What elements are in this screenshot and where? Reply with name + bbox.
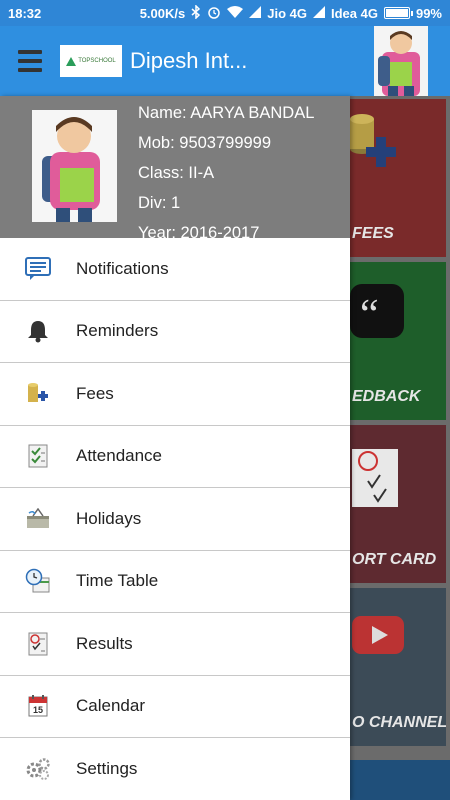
menu-item-label: Time Table [76, 571, 159, 591]
drawer-menu: Notifications Reminders Fees Attendance … [0, 238, 350, 800]
menu-item-label: Fees [76, 383, 114, 403]
feedback-tile[interactable]: “ EDBACK [348, 262, 446, 420]
bottom-tile [348, 760, 450, 800]
student-class: Class: II-A [138, 164, 215, 182]
video-channel-tile-label: O CHANNEL [352, 714, 446, 731]
results-icon [0, 613, 76, 675]
bell-icon [0, 300, 76, 362]
menu-item-holidays[interactable]: Holidays [0, 488, 350, 551]
svg-text:“: “ [360, 292, 379, 338]
feedback-tile-label: EDBACK [352, 388, 421, 405]
video-channel-tile[interactable]: O CHANNEL [348, 588, 446, 746]
student-photo [32, 110, 117, 222]
menu-item-label: Notifications [76, 258, 169, 278]
fees-tile[interactable]: FEES [348, 99, 446, 257]
menu-item-label: Reminders [76, 321, 159, 341]
student-mobile: Mob: 9503799999 [138, 134, 272, 152]
report-card-tile-label: ORT CARD [352, 551, 437, 568]
fees-tile-label: FEES [352, 225, 394, 242]
logo-text: TOPSCHOOL [78, 58, 116, 64]
menu-item-label: Holidays [76, 508, 142, 528]
menu-item-label: Calendar [76, 696, 145, 716]
coins-icon [0, 363, 76, 425]
status-time: 18:32 [8, 5, 42, 21]
student-division: Div: 1 [138, 194, 181, 212]
notifications-icon [0, 238, 76, 300]
navigation-drawer: Name: AARYA BANDAL Mob: 9503799999 Class… [0, 96, 350, 800]
clock-calendar-icon [0, 550, 76, 612]
school-logo: TOPSCHOOL [60, 45, 122, 77]
menu-item-label: Attendance [76, 446, 163, 466]
signal-icon-2 [313, 5, 325, 21]
menu-item-label: Settings [76, 758, 138, 778]
status-bar: 18:32 5.00K/s Jio 4G Idea 4G 99% [0, 0, 450, 26]
avatar[interactable] [374, 26, 428, 96]
menu-item-reminders[interactable]: Reminders [0, 300, 350, 363]
app-bar: TOPSCHOOL Dipesh Int... [0, 26, 450, 96]
carrier-2: Idea 4G [331, 5, 378, 21]
network-speed: 5.00K/s [139, 5, 186, 21]
signal-icon-1 [249, 5, 262, 21]
battery-level: 99% [415, 5, 442, 21]
attendance-icon [0, 425, 76, 487]
wifi-icon [227, 5, 244, 21]
alarm-icon [207, 5, 221, 22]
holidays-icon [0, 488, 76, 550]
student-name: Name: AARYA BANDAL [138, 104, 315, 122]
calendar-icon: 15 [0, 675, 76, 737]
menu-item-time-table[interactable]: Time Table [0, 550, 350, 613]
svg-text:15: 15 [33, 705, 43, 715]
menu-item-settings[interactable]: Settings [0, 738, 350, 800]
gears-icon [0, 738, 76, 800]
menu-item-attendance[interactable]: Attendance [0, 425, 350, 488]
menu-item-calendar[interactable]: 15 Calendar [0, 675, 350, 738]
menu-item-fees[interactable]: Fees [0, 363, 350, 426]
student-year: Year: 2016-2017 [138, 224, 260, 242]
report-card-tile[interactable]: ORT CARD [348, 425, 446, 583]
menu-item-results[interactable]: Results [0, 613, 350, 676]
profile-header: Name: AARYA BANDAL Mob: 9503799999 Class… [0, 96, 350, 242]
app-title: Dipesh Int... [130, 48, 248, 73]
battery-icon [383, 7, 413, 19]
bluetooth-icon [191, 3, 201, 22]
hamburger-menu-icon[interactable] [0, 26, 60, 96]
student-info: Name: AARYA BANDAL Mob: 9503799999 Class… [138, 98, 314, 248]
carrier-1: Jio 4G [267, 5, 307, 21]
menu-item-label: Results [76, 633, 133, 653]
